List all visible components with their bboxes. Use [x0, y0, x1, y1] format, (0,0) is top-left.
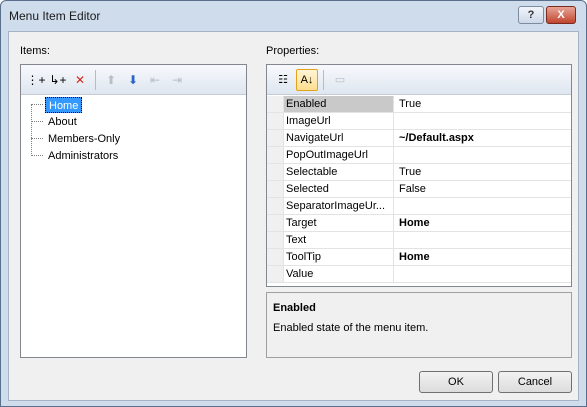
- property-row[interactable]: Selected False: [267, 181, 571, 198]
- items-label: Items:: [20, 45, 50, 57]
- property-row-gutter: [267, 164, 284, 180]
- property-value[interactable]: False: [394, 181, 571, 197]
- tree-item-label: Home: [45, 96, 83, 113]
- dialog-title: Menu Item Editor: [9, 9, 101, 23]
- tree-branch-line: [31, 138, 43, 139]
- outdent-icon[interactable]: ⇤: [145, 70, 165, 90]
- tree-item-label: About: [48, 115, 77, 128]
- description-title: Enabled: [273, 302, 316, 314]
- property-row-gutter: [267, 181, 284, 197]
- property-row[interactable]: PopOutImageUrl: [267, 147, 571, 164]
- categorized-icon[interactable]: ☷: [272, 69, 294, 91]
- property-value[interactable]: True: [394, 96, 571, 112]
- property-row[interactable]: ToolTip Home: [267, 249, 571, 266]
- tree-item-label: Members-Only: [48, 132, 121, 145]
- tree-item[interactable]: Administrators: [31, 147, 121, 164]
- property-row-gutter: [267, 96, 284, 112]
- property-description-panel: Enabled Enabled state of the menu item.: [266, 292, 572, 358]
- property-row[interactable]: Enabled True: [267, 96, 571, 113]
- ok-button[interactable]: OK: [419, 371, 493, 393]
- move-up-icon[interactable]: ⬆: [101, 70, 121, 90]
- alphabetical-icon[interactable]: A↓: [296, 68, 318, 91]
- property-name[interactable]: NavigateUrl: [284, 130, 394, 146]
- menu-item-editor-dialog: Menu Item Editor ? X Items: Properties: …: [0, 0, 587, 407]
- property-row-gutter: [267, 249, 284, 265]
- remove-item-icon[interactable]: ✕: [70, 70, 90, 90]
- add-root-item-icon[interactable]: ⋮+: [26, 70, 46, 90]
- property-grid-toolbar: ☷ A↓ ▭: [267, 65, 571, 95]
- property-value[interactable]: True: [394, 164, 571, 180]
- tree-item-label: Administrators: [48, 149, 119, 162]
- property-name[interactable]: ImageUrl: [284, 113, 394, 129]
- toolbar-separator: [323, 69, 324, 90]
- property-name[interactable]: Target: [284, 215, 394, 231]
- property-pages-icon[interactable]: ▭: [329, 69, 351, 91]
- property-name[interactable]: SeparatorImageUr...: [284, 198, 394, 214]
- property-name[interactable]: Text: [284, 232, 394, 248]
- property-value[interactable]: Home: [394, 249, 571, 265]
- indent-icon[interactable]: ⇥: [167, 70, 187, 90]
- property-name[interactable]: Value: [284, 266, 394, 282]
- tree-branch-line: [31, 155, 43, 156]
- property-row[interactable]: Text: [267, 232, 571, 249]
- title-bar[interactable]: Menu Item Editor ? X: [1, 1, 586, 31]
- property-grid-panel: ☷ A↓ ▭ Enabled True ImageUrl NavigateUrl ~/Def…: [266, 64, 572, 287]
- items-tree: Home About Members-Only Administrators: [21, 96, 246, 357]
- property-row-gutter: [267, 266, 284, 282]
- property-value[interactable]: Home: [394, 215, 571, 231]
- property-value[interactable]: [394, 147, 571, 163]
- close-button[interactable]: X: [546, 6, 576, 24]
- property-row[interactable]: Target Home: [267, 215, 571, 232]
- items-tree-panel: ⋮+ ↳+ ✕ ⬆ ⬇ ⇤ ⇥ Home About Members-Only Administr…: [20, 64, 247, 358]
- tree-branch-line: [31, 121, 43, 122]
- toolbar-separator: [95, 69, 96, 90]
- property-row[interactable]: ImageUrl: [267, 113, 571, 130]
- property-row[interactable]: Value: [267, 266, 571, 283]
- tree-item[interactable]: About: [31, 113, 80, 130]
- property-row-gutter: [267, 232, 284, 248]
- property-row[interactable]: SeparatorImageUr...: [267, 198, 571, 215]
- property-row-gutter: [267, 113, 284, 129]
- cancel-button[interactable]: Cancel: [498, 371, 572, 393]
- property-value[interactable]: ~/Default.aspx: [394, 130, 571, 146]
- property-row-gutter: [267, 147, 284, 163]
- property-row[interactable]: NavigateUrl ~/Default.aspx: [267, 130, 571, 147]
- property-row-gutter: [267, 198, 284, 214]
- property-name[interactable]: PopOutImageUrl: [284, 147, 394, 163]
- help-button[interactable]: ?: [518, 6, 544, 24]
- tree-item[interactable]: Home: [31, 96, 83, 113]
- description-text: Enabled state of the menu item.: [273, 322, 429, 334]
- move-down-icon[interactable]: ⬇: [123, 70, 143, 90]
- add-child-item-icon[interactable]: ↳+: [48, 70, 68, 90]
- property-name[interactable]: Selectable: [284, 164, 394, 180]
- property-value[interactable]: [394, 198, 571, 214]
- property-row-gutter: [267, 130, 284, 146]
- items-toolbar: ⋮+ ↳+ ✕ ⬆ ⬇ ⇤ ⇥: [21, 65, 246, 95]
- property-value[interactable]: [394, 266, 571, 282]
- property-value[interactable]: [394, 232, 571, 248]
- property-value[interactable]: [394, 113, 571, 129]
- property-name[interactable]: Selected: [284, 181, 394, 197]
- property-row[interactable]: Selectable True: [267, 164, 571, 181]
- tree-item[interactable]: Members-Only: [31, 130, 123, 147]
- dialog-content: Items: Properties: ⋮+ ↳+ ✕ ⬆ ⬇ ⇤ ⇥ Home About Me…: [8, 31, 579, 401]
- properties-label: Properties:: [266, 45, 320, 57]
- tree-branch-line: [31, 104, 43, 105]
- property-grid: Enabled True ImageUrl NavigateUrl ~/Default.…: [267, 96, 571, 283]
- property-name[interactable]: ToolTip: [284, 249, 394, 265]
- property-name[interactable]: Enabled: [284, 96, 394, 112]
- property-row-gutter: [267, 215, 284, 231]
